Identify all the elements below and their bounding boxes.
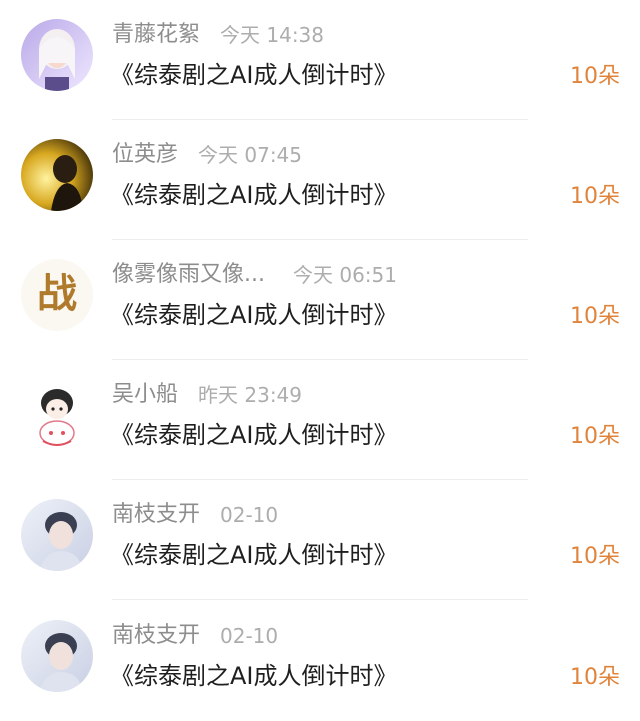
avatar-white-hair-girl-icon: [21, 19, 93, 91]
reward-count: 10朵: [570, 424, 620, 449]
user-name[interactable]: 南枝支开: [112, 621, 200, 651]
avatar[interactable]: [21, 139, 93, 211]
reward-count: 10朵: [570, 304, 620, 329]
reward-count: 10朵: [570, 184, 620, 209]
avatar[interactable]: [21, 620, 93, 692]
avatar-calligraphy-icon: 战: [21, 259, 93, 331]
comment-meta: 南枝支开 02-10: [112, 621, 278, 651]
comment-meta: 吴小船 昨天 23:49: [112, 380, 302, 410]
list-item[interactable]: 南枝支开 02-10 《综泰剧之AI成人倒计时》 10朵: [0, 480, 640, 600]
book-title[interactable]: 《综泰剧之AI成人倒计时》: [110, 418, 398, 452]
timestamp: 昨天 23:49: [198, 383, 303, 407]
avatar[interactable]: [21, 379, 93, 451]
user-name[interactable]: 位英彦: [112, 140, 178, 170]
list-item[interactable]: 吴小船 昨天 23:49 《综泰剧之AI成人倒计时》 10朵: [0, 360, 640, 480]
list-item[interactable]: 战 像雾像雨又像... 今天 06:51 《综泰剧之AI成人倒计时》 10朵: [0, 240, 640, 360]
timestamp: 今天 07:45: [198, 143, 303, 167]
avatar-calligraphy-text: 战: [37, 270, 77, 317]
gift-comment-list: 青藤花絮 今天 14:38 《综泰剧之AI成人倒计时》 10朵 位英彦 今天 0…: [0, 0, 640, 721]
timestamp: 02-10: [220, 503, 279, 527]
reward-count: 10朵: [570, 544, 620, 569]
comment-meta: 青藤花絮 今天 14:38: [112, 20, 324, 50]
timestamp: 今天 14:38: [220, 23, 325, 47]
comment-meta: 位英彦 今天 07:45: [112, 140, 302, 170]
avatar[interactable]: [21, 499, 93, 571]
list-item[interactable]: 青藤花絮 今天 14:38 《综泰剧之AI成人倒计时》 10朵: [0, 0, 640, 120]
comment-meta: 像雾像雨又像... 今天 06:51: [112, 260, 397, 290]
list-item[interactable]: 位英彦 今天 07:45 《综泰剧之AI成人倒计时》 10朵: [0, 120, 640, 240]
user-name[interactable]: 青藤花絮: [112, 20, 200, 50]
divider: [112, 599, 528, 600]
avatar-cartoon-girl-icon: [21, 379, 93, 451]
book-title[interactable]: 《综泰剧之AI成人倒计时》: [110, 298, 398, 332]
timestamp: 02-10: [220, 624, 279, 648]
avatar-portrait-boy-icon: [21, 499, 93, 571]
book-title[interactable]: 《综泰剧之AI成人倒计时》: [110, 58, 398, 92]
avatar-portrait-boy-icon: [21, 620, 93, 692]
avatar[interactable]: 战: [21, 259, 93, 331]
user-name[interactable]: 吴小船: [112, 380, 178, 410]
user-name[interactable]: 像雾像雨又像...: [112, 260, 265, 290]
avatar[interactable]: [21, 19, 93, 91]
avatar-golden-light-boy-icon: [21, 139, 93, 211]
timestamp: 今天 06:51: [292, 263, 397, 287]
user-name[interactable]: 南枝支开: [112, 500, 200, 530]
comment-meta: 南枝支开 02-10: [112, 500, 278, 530]
book-title[interactable]: 《综泰剧之AI成人倒计时》: [110, 659, 398, 693]
reward-count: 10朵: [570, 64, 620, 89]
book-title[interactable]: 《综泰剧之AI成人倒计时》: [110, 538, 398, 572]
book-title[interactable]: 《综泰剧之AI成人倒计时》: [110, 178, 398, 212]
reward-count: 10朵: [570, 665, 620, 690]
list-item[interactable]: 南枝支开 02-10 《综泰剧之AI成人倒计时》 10朵: [0, 601, 640, 721]
